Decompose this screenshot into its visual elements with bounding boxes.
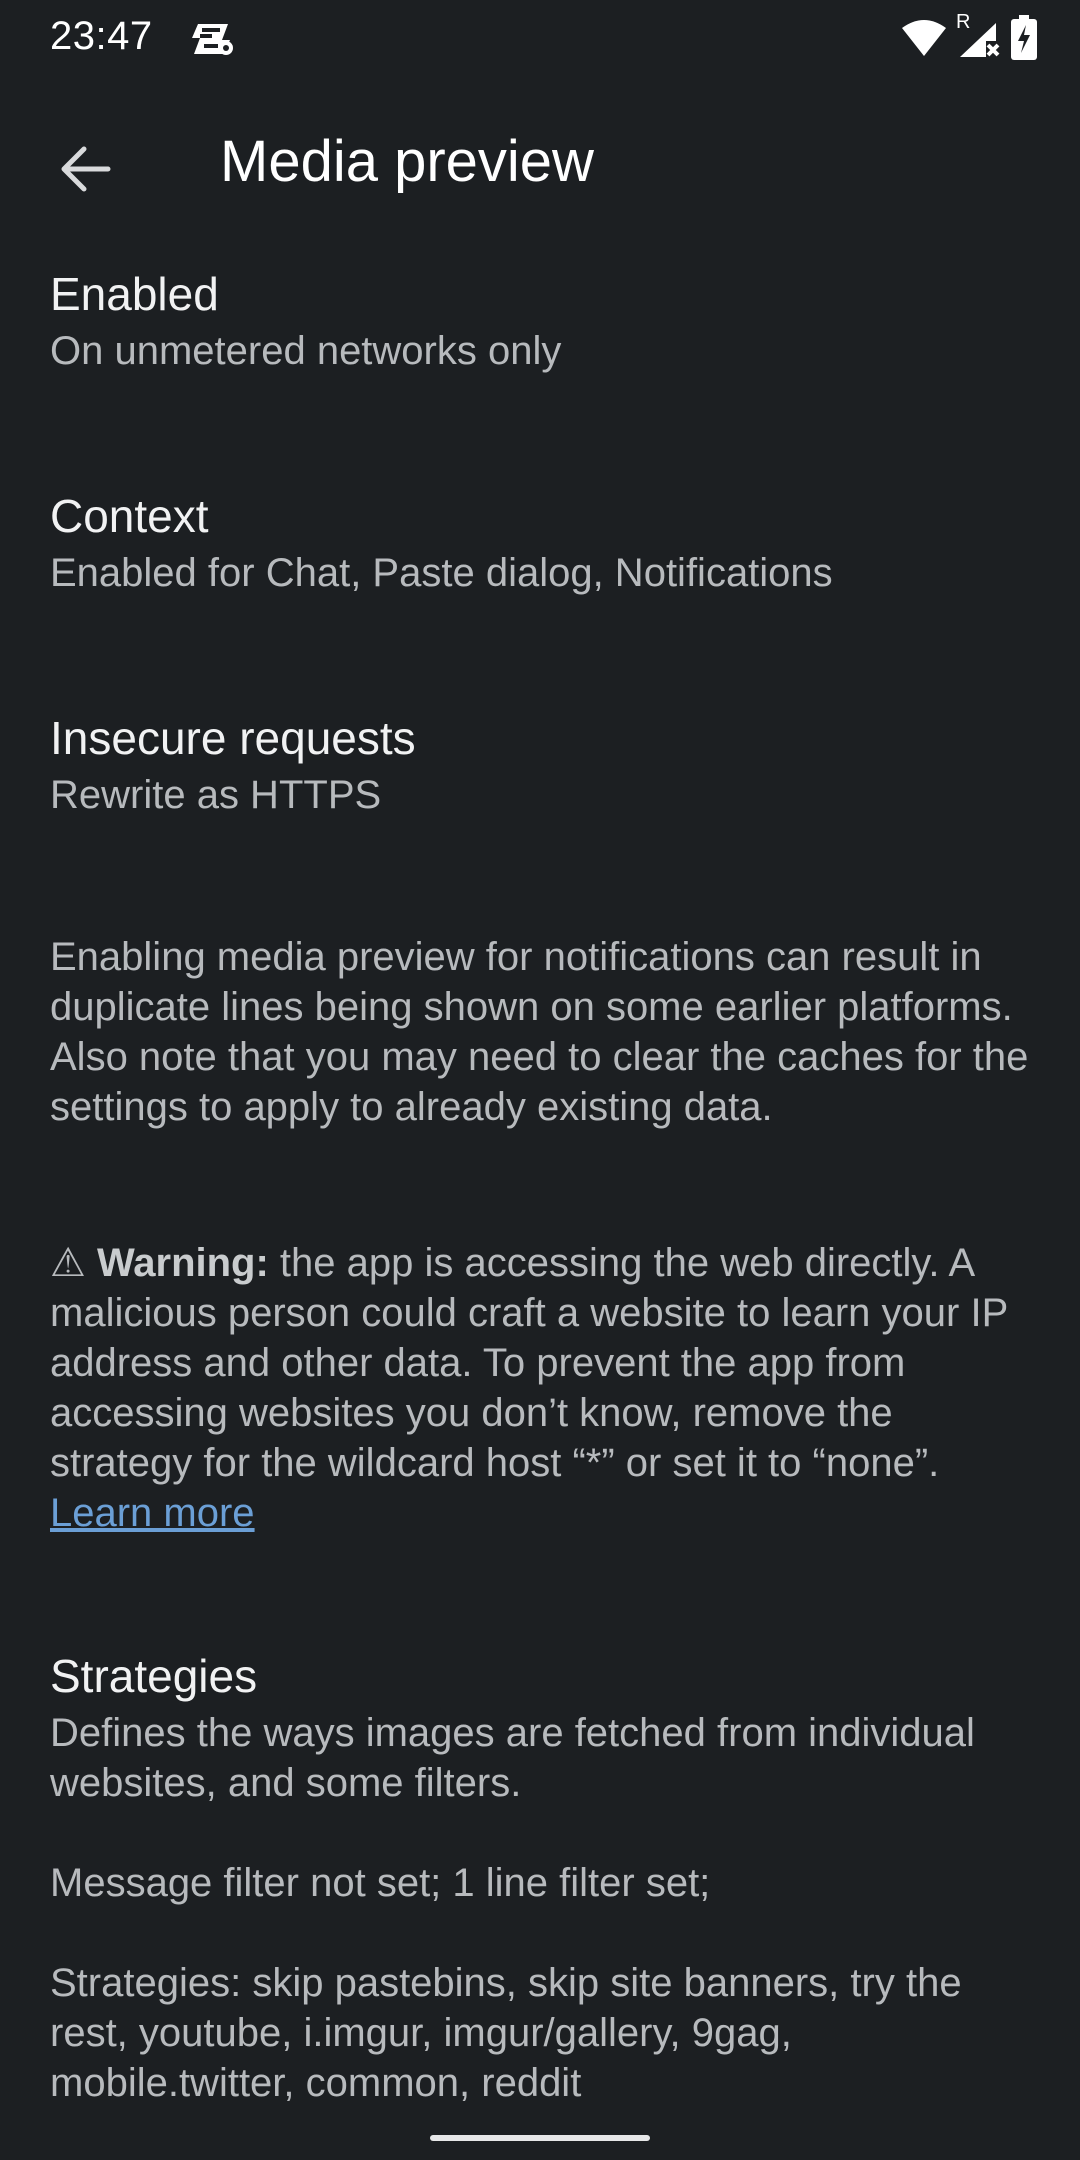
warning-icon: ⚠ [50,1241,86,1285]
pref-enabled-title: Enabled [50,268,219,320]
status-time: 23:47 [50,14,153,58]
learn-more-link[interactable]: Learn more [50,1491,255,1535]
pref-insecure-requests[interactable]: Insecure requests Rewrite as HTTPS [50,710,1040,820]
cellular-signal-icon: R [956,11,1002,61]
pref-context-summary: Enabled for Chat, Paste dialog, Notifica… [50,551,833,595]
notifications-notice: Enabling media preview for notifications… [50,935,1029,1129]
battery-charging-icon [1010,15,1038,61]
app-bar: Media preview [0,106,1080,216]
pref-insecure-title: Insecure requests [50,712,416,764]
app-notification-icon [190,20,236,58]
pref-context[interactable]: Context Enabled for Chat, Paste dialog, … [50,488,1040,598]
pref-enabled[interactable]: Enabled On unmetered networks only [50,266,1040,376]
pref-strategies-description: Defines the ways images are fetched from… [50,1711,975,1805]
wifi-icon [900,18,948,58]
warning-notice: ⚠ Warning: the app is accessing the web … [50,1238,1040,1538]
pref-strategies-filters: Message filter not set; 1 line filter se… [50,1861,711,1905]
page-title: Media preview [220,129,594,194]
back-button[interactable] [42,126,128,212]
pref-context-title: Context [50,490,209,542]
home-indicator[interactable] [430,2135,650,2141]
pref-strategies-title: Strategies [50,1650,258,1702]
pref-insecure-summary: Rewrite as HTTPS [50,773,382,817]
pref-strategies[interactable]: Strategies Defines the ways images are f… [50,1648,1040,2108]
status-bar: 23:47 R [0,0,1080,76]
status-icons: R [900,11,1038,62]
warning-label: Warning: [96,1241,269,1285]
pref-strategies-list: Strategies: skip pastebins, skip site ba… [50,1961,962,2105]
pref-enabled-summary: On unmetered networks only [50,329,562,373]
arrow-back-icon [61,146,111,192]
